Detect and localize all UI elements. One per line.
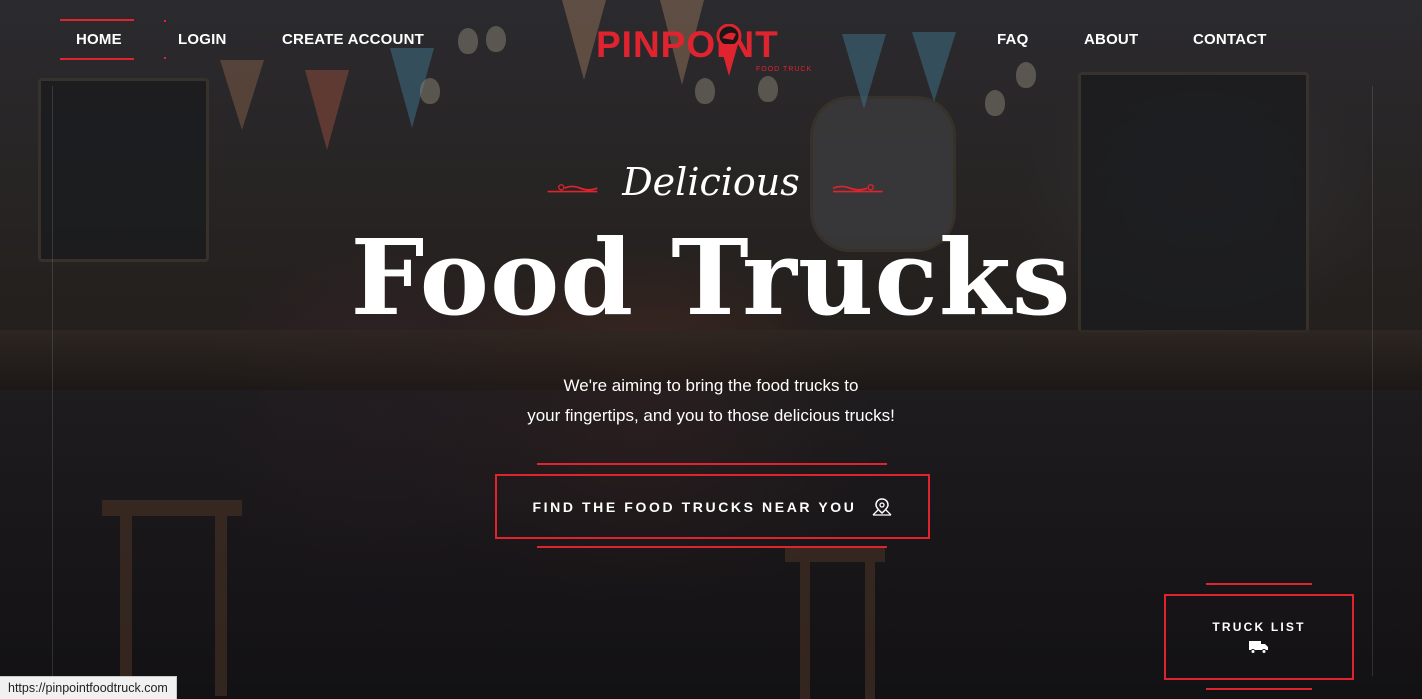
- nav-create-account-link[interactable]: CREATE ACCOUNT: [282, 31, 424, 48]
- decorative-swirl-right: [832, 184, 883, 193]
- nav-login-link[interactable]: LOGIN: [178, 31, 227, 48]
- logo-subtitle: FOOD TRUCK: [756, 66, 813, 73]
- map-pin-logo-icon: [716, 24, 742, 76]
- find-food-trucks-label: FIND THE FOOD TRUCKS NEAR YOU: [532, 498, 857, 515]
- truck-icon: [1249, 641, 1268, 654]
- pinpoint-logo[interactable]: PINPOINT FOOD TRUCK: [596, 24, 816, 80]
- hero-title: Food Trucks: [350, 216, 1072, 339]
- decor-dot: [164, 57, 166, 59]
- hero-tagline: We're aiming to bring the food trucks to…: [0, 371, 1422, 431]
- nav-contact-link[interactable]: CONTACT: [1193, 31, 1267, 48]
- logo-wordmark: PINPOINT: [596, 24, 779, 65]
- truck-list-decor-line-bottom: [1206, 688, 1312, 690]
- active-indicator-bottom: [60, 58, 134, 60]
- cta-decor-line-top: [537, 463, 887, 465]
- find-food-trucks-button[interactable]: FIND THE FOOD TRUCKS NEAR YOU: [495, 474, 930, 539]
- tagline-line-1: We're aiming to bring the food trucks to: [563, 376, 859, 395]
- active-indicator-top: [60, 19, 134, 21]
- map-pin-icon: [872, 497, 891, 516]
- tagline-line-2: your fingertips, and you to those delici…: [527, 406, 895, 425]
- nav-faq-link[interactable]: FAQ: [997, 31, 1028, 48]
- cta-decor-line-bottom: [537, 546, 887, 548]
- link-status-bar: https://pinpointfoodtruck.com: [0, 676, 177, 699]
- nav-home-link[interactable]: HOME: [76, 31, 122, 48]
- truck-list-decor-line-top: [1206, 583, 1312, 585]
- hero-script-word: Delicious: [622, 160, 800, 204]
- nav-about-link[interactable]: ABOUT: [1084, 31, 1138, 48]
- truck-list-button[interactable]: TRUCK LIST: [1164, 594, 1354, 680]
- decor-dot: [164, 20, 166, 22]
- truck-list-label: TRUCK LIST: [1212, 620, 1306, 634]
